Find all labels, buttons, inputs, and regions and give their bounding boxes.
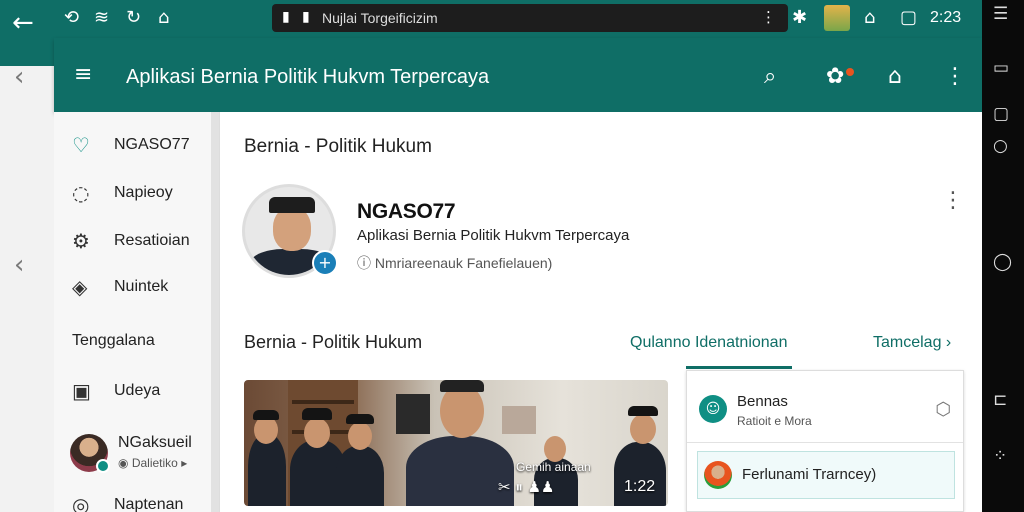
sidebar-scrollbar[interactable] [211, 112, 219, 512]
profile-subtitle-text: Nmriareenauk Fanefielauen) [374, 255, 553, 271]
notification-badge [846, 68, 854, 76]
sidebar-item-label: Nuintek [114, 278, 169, 295]
sidebar-user-subtitle-text: Dalietiko [131, 456, 178, 470]
share-icon[interactable]: ⌂ [888, 64, 902, 89]
sidebar-user-name: NGaksueil [118, 434, 192, 451]
profile-subtitle: ⓘ Nmriareenauk Fanefielauen) [357, 253, 552, 273]
video-controls[interactable]: ✂ ⏸ ♟♟ [498, 478, 555, 496]
extension-icon[interactable]: ✱ [792, 7, 807, 28]
url-bar[interactable]: ▮ ▮ Nujlai Torgeificizim ⋮ [272, 4, 788, 32]
wifi-icon: ≋ [94, 7, 110, 28]
panel-card-subtitle: Ratioit e Mora [737, 414, 812, 428]
caret-right-icon: ▸ [181, 456, 188, 470]
sidebar-item-ngaso77[interactable]: ♡ NGASO77 [72, 130, 190, 160]
system-nav-bar: ☰ ▭ ▢ ○ ◯ ⊏ ⁘ [982, 0, 1024, 512]
sidebar-item-label: NGASO77 [114, 136, 190, 153]
wall-frame [502, 406, 536, 434]
search-icon[interactable]: ⌕ [764, 64, 776, 89]
person-icon: ☺ [699, 395, 727, 423]
browser-status-bar: ⟲ ≋ ↻ ⌂ ▮ ▮ Nujlai Torgeificizim ⋮ ✱ ⌂ ▢… [54, 0, 982, 38]
video-overlay-text: Gemih ainaan [516, 460, 591, 474]
overflow-menu-icon[interactable]: ⋮ [944, 64, 966, 89]
panel-card-highlighted[interactable]: Ferlunami Trarncey) [697, 451, 955, 499]
tab-indicator [686, 366, 792, 369]
chevron-left-icon[interactable]: ‹ [14, 62, 24, 92]
menu-dots-icon[interactable]: ⋮ [761, 8, 776, 26]
settings-icon: ⚙ [72, 229, 90, 253]
refresh-icon[interactable]: ↻ [126, 7, 141, 28]
heart-icon: ♡ [72, 133, 90, 157]
phone-link-icon[interactable]: ⟲ [64, 7, 79, 28]
site-icon: ▮ [302, 9, 310, 25]
notifications-icon[interactable]: ✿ [826, 64, 844, 89]
sidebar-item-label: Resatioian [114, 232, 190, 249]
circle-icon[interactable]: ○ [993, 136, 1008, 156]
chat-icon: ◌ [72, 181, 90, 205]
tab-switcher-icon[interactable]: ▢ [900, 7, 917, 28]
profile-description: Aplikasi Bernia Politik Hukvm Terpercaya [357, 227, 630, 244]
tab-active[interactable]: Qulanno Idenatnionan [630, 334, 787, 352]
panel-card-title: Bennas [737, 393, 788, 410]
sidebar-item-udeya[interactable]: ▣ Udeya [72, 376, 160, 406]
sidebar-user[interactable]: NGaksueil ◉ Dalietiko ▸ [70, 432, 210, 476]
chevron-left-icon[interactable]: ‹ [14, 250, 24, 280]
bookmark-icon[interactable]: ⬡ [935, 399, 951, 420]
home-icon[interactable]: ⌂ [158, 7, 169, 28]
app-title: Aplikasi Bernia Politik Hukvm Terpercaya [126, 66, 490, 88]
sidebar-item-label: Naptenan [114, 496, 184, 512]
add-icon[interactable]: + [312, 250, 338, 276]
lock-icon: ▮ [282, 9, 290, 25]
right-panel: ☺ Bennas Ratioit e Mora ⬡ Ferlunami Trar… [686, 370, 964, 512]
page-title: Bernia - Politik Hukum [244, 136, 432, 157]
sidebar: ♡ NGASO77 ◌ Napieoy ⚙ Resatioian ◈ Nuint… [54, 112, 220, 512]
video-player[interactable]: Gemih ainaan ✂ ⏸ ♟♟ 1:22 [244, 380, 668, 506]
profile-more-icon[interactable]: ⋮ [942, 188, 964, 213]
sidebar-item-label: Napieoy [114, 184, 173, 201]
left-nav-strip: ← ‹ ‹ [0, 0, 54, 512]
tab-thumbnail-icon[interactable] [824, 5, 850, 31]
video-timestamp: 1:22 [624, 478, 656, 495]
sidebar-user-subtitle: ◉ Dalietiko ▸ [118, 456, 187, 470]
avatar [70, 434, 110, 473]
menu-icon[interactable]: ☰ [993, 4, 1008, 24]
profile-name: NGASO77 [357, 200, 456, 223]
wall-frame [396, 394, 430, 434]
globe-icon: ◉ [118, 456, 129, 470]
recents-icon[interactable]: ⊏ [993, 390, 1007, 410]
section-title: Bernia - Politik Hukum [244, 332, 423, 352]
sidebar-item-label: Udeya [114, 382, 161, 399]
back-arrow-icon[interactable]: ← [12, 8, 34, 38]
clock: 2:23 [930, 9, 962, 26]
hamburger-menu-icon[interactable]: ≡ [74, 62, 92, 87]
main-content: Bernia - Politik Hukum + NGASO77 Aplikas… [220, 112, 982, 512]
incognito-icon[interactable]: ⌂ [864, 7, 875, 28]
avatar [704, 461, 732, 489]
app-header: ≡ Aplikasi Bernia Politik Hukvm Terperca… [54, 38, 982, 112]
panel-card-title: Ferlunami Trarncey) [742, 466, 877, 483]
sidebar-item-naptenan[interactable]: ◎ Naptenan [72, 490, 183, 512]
info-icon: ⓘ [357, 256, 371, 272]
tab-more[interactable]: Tamcelag › [873, 334, 951, 352]
sidebar-item-resatioian[interactable]: ⚙ Resatioian [72, 226, 190, 256]
sidebar-item-napieoy[interactable]: ◌ Napieoy [72, 178, 173, 208]
grid-dots-icon[interactable]: ⁘ [993, 446, 1007, 466]
document-icon: ▣ [72, 379, 91, 403]
url-text[interactable]: Nujlai Torgeificizim [322, 10, 438, 26]
panel-card[interactable]: ☺ Bennas Ratioit e Mora ⬡ [687, 381, 963, 443]
window-icon[interactable]: ▭ [993, 58, 1009, 78]
sidebar-item-nuintek[interactable]: ◈ Nuintek [72, 272, 168, 302]
ring-icon: ◎ [72, 493, 90, 512]
sidebar-section-title: Tenggalana [72, 332, 155, 349]
layers-icon: ◈ [72, 275, 88, 299]
home-circle-icon[interactable]: ◯ [993, 252, 1012, 272]
square-icon[interactable]: ▢ [993, 104, 1009, 124]
